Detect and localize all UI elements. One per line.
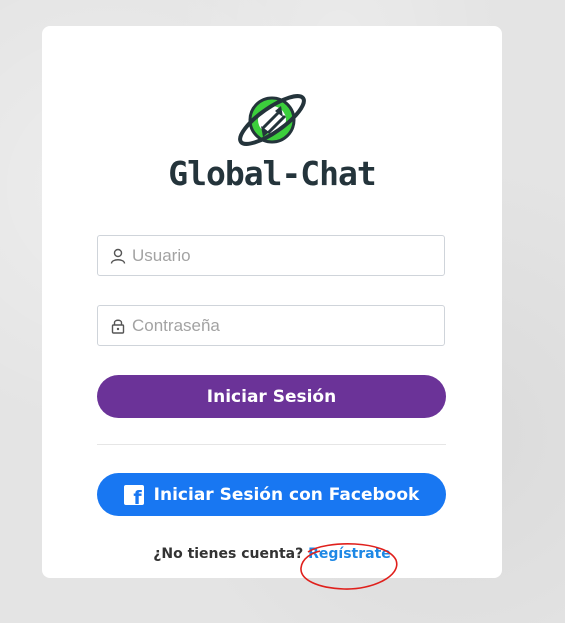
signup-link[interactable]: Regístrate [308, 546, 391, 562]
username-field[interactable] [97, 235, 445, 276]
facebook-icon: f [123, 484, 144, 508]
user-icon [110, 248, 126, 264]
lock-icon [111, 319, 125, 334]
divider [97, 444, 446, 445]
signup-prompt-row: ¿No tienes cuenta? Regístrate [42, 546, 502, 562]
globe-chat-icon [238, 94, 306, 146]
facebook-button-label: Iniciar Sesión con Facebook [153, 484, 420, 505]
logo: Global-Chat [42, 84, 502, 204]
login-card: Global-Chat Iniciar Sesión f Iniciar Ses… [42, 26, 502, 578]
username-input[interactable] [132, 236, 432, 275]
login-button-label: Iniciar Sesión [206, 386, 337, 407]
password-input[interactable] [132, 306, 432, 345]
signup-prompt: ¿No tienes cuenta? [153, 546, 304, 562]
password-field[interactable] [97, 305, 445, 346]
facebook-login-button[interactable]: f Iniciar Sesión con Facebook [97, 473, 446, 516]
login-button[interactable]: Iniciar Sesión [97, 375, 446, 418]
brand-name: Global-Chat [168, 154, 377, 193]
